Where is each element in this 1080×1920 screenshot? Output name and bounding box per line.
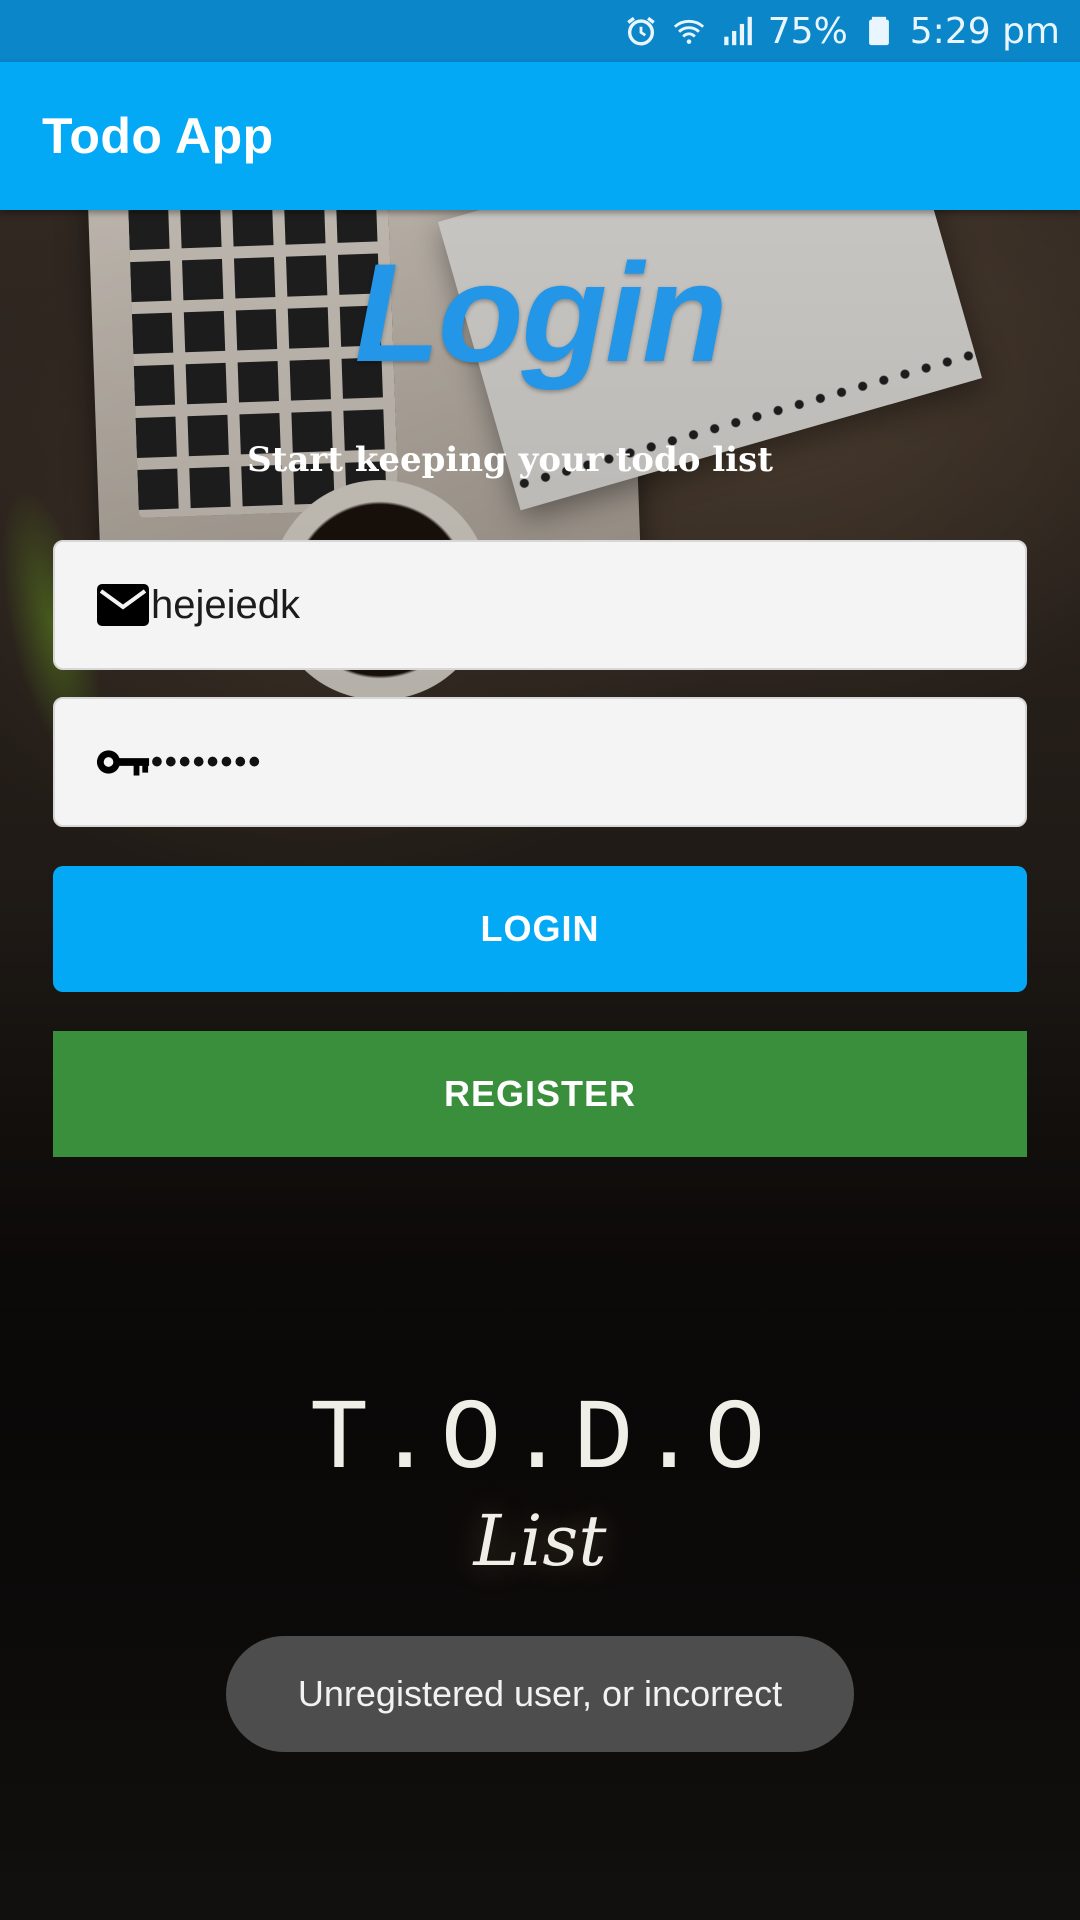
email-value: hejeiedk (151, 582, 301, 627)
login-title: Login (354, 234, 728, 391)
mail-icon (95, 583, 151, 627)
signal-icon (724, 16, 752, 46)
error-toast: Unregistered user, or incorrect (226, 1636, 854, 1752)
login-subtitle: Start keeping your todo list (247, 440, 773, 480)
alarm-icon (626, 16, 655, 46)
app-title: Todo App (42, 108, 274, 164)
app-bar: Todo App (0, 62, 1080, 210)
clock: 5:29 pm (909, 10, 1060, 52)
battery-icon (868, 16, 889, 46)
wifi-icon (673, 19, 704, 44)
password-field[interactable]: •••••••• (53, 697, 1027, 827)
list-logo-text: List (473, 1500, 607, 1582)
battery-percent: 75% (767, 10, 848, 52)
login-button[interactable]: LOGIN (53, 866, 1027, 992)
status-bar: 75% 5:29 pm (0, 0, 1080, 62)
todo-logo-text: T.O.D.O (308, 1385, 772, 1498)
password-value: •••••••• (151, 742, 263, 781)
register-button[interactable]: REGISTER (53, 1031, 1027, 1157)
toast-message: Unregistered user, or incorrect (297, 1673, 783, 1714)
email-field[interactable]: hejeiedk (53, 540, 1027, 670)
key-icon (95, 740, 151, 784)
